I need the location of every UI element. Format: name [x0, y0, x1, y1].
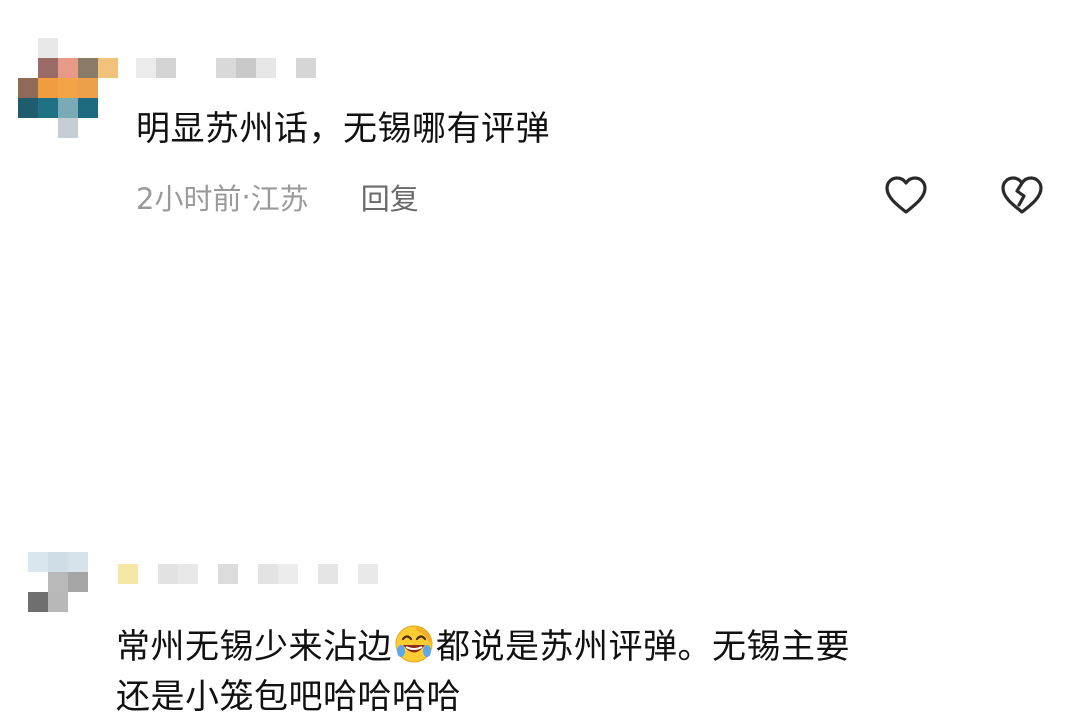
avatar[interactable]: [28, 552, 128, 652]
avatar[interactable]: [18, 38, 118, 138]
username[interactable]: [136, 58, 316, 78]
comment-item: 明显苏州话，无锡哪有评弹 2小时前 · 江苏 回复: [0, 0, 1080, 250]
comment-text-line: 还是小笼包吧哈哈哈哈: [116, 677, 461, 717]
reply-button[interactable]: 回复: [361, 176, 419, 218]
heart-outline-icon[interactable]: [882, 172, 930, 220]
comment-text: 明显苏州话，无锡哪有评弹: [136, 109, 550, 149]
username[interactable]: [118, 564, 378, 584]
meta-separator: ·: [241, 180, 251, 214]
comment-item: 常州无锡少来沾边 都说是苏州评弹。无锡主要 还是小笼包吧哈哈哈哈: [0, 270, 1080, 717]
comment-text-line: 常州无锡少来沾边 都说是苏州评弹。无锡主要: [116, 622, 1076, 672]
timestamp: 2小时前: [136, 182, 242, 216]
rolling-on-floor-laughing-emoji: [394, 624, 434, 664]
comment-text-segment: 常州无锡少来沾边: [116, 627, 392, 667]
comment-text: 常州无锡少来沾边 都说是苏州评弹。无锡主要 还是小笼包吧哈哈哈哈: [116, 622, 1076, 722]
location: 江苏: [250, 182, 309, 216]
comment-text-segment: 都说是苏州评弹。无锡主要: [436, 627, 850, 667]
comment-meta: 2小时前 · 江苏 回复: [136, 176, 419, 218]
broken-heart-outline-icon[interactable]: [998, 172, 1046, 220]
